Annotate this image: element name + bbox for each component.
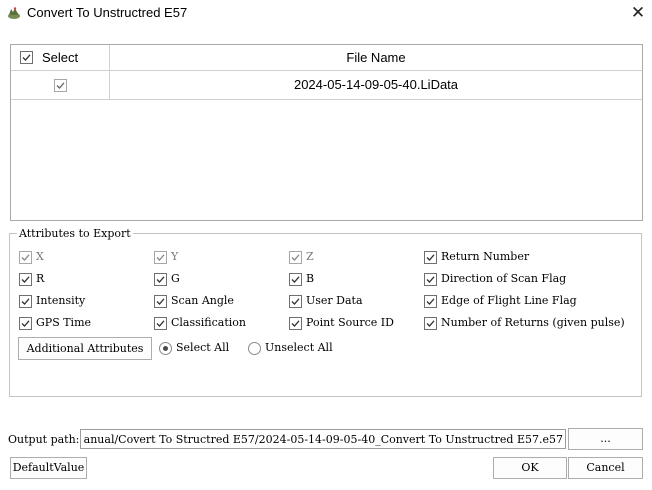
attr-point-source-id-label: Point Source ID	[306, 316, 394, 329]
attributes-group	[9, 233, 642, 397]
attr-b-checkbox[interactable]	[289, 273, 302, 286]
browse-button[interactable]: ...	[568, 428, 643, 450]
ok-button[interactable]: OK	[493, 457, 567, 479]
output-path-label: Output path:	[8, 433, 80, 446]
output-path-input[interactable]: anual/Covert To Structred E57/2024-05-14…	[80, 429, 566, 449]
attr-scan-angle-checkbox[interactable]	[154, 295, 167, 308]
default-value-button[interactable]: DefaultValue	[10, 457, 87, 479]
attr-x-label: X	[36, 250, 44, 263]
attributes-group-label: Attributes to Export	[17, 227, 133, 240]
select-header-label: Select	[42, 50, 79, 65]
app-icon	[8, 7, 20, 19]
attr-scan-angle-label: Scan Angle	[171, 294, 234, 307]
select-column-header[interactable]: Select	[11, 45, 110, 71]
attr-direction-of-scan-flag-checkbox[interactable]	[424, 273, 437, 286]
attr-y-checkbox[interactable]	[154, 251, 167, 264]
radio-selected-dot	[163, 346, 168, 351]
additional-attributes-button[interactable]: Additional Attributes	[18, 337, 152, 360]
title-bar: Convert To Unstructred E57 ✕	[0, 0, 652, 28]
attr-z-checkbox[interactable]	[289, 251, 302, 264]
attr-classification-label: Classification	[171, 316, 247, 329]
unselect-all-radio[interactable]	[248, 342, 261, 355]
select-all-radio[interactable]	[159, 342, 172, 355]
attr-user-data-checkbox[interactable]	[289, 295, 302, 308]
cancel-button[interactable]: Cancel	[568, 457, 643, 479]
attr-return-number-label: Return Number	[441, 250, 530, 263]
file-table: Select File Name 2024-05-14-09-05-40.LiD…	[10, 44, 643, 221]
attr-point-source-id-checkbox[interactable]	[289, 317, 302, 330]
attr-r-checkbox[interactable]	[19, 273, 32, 286]
attr-z-label: Z	[306, 250, 314, 263]
table-row-select-cell	[11, 71, 110, 100]
attr-intensity-checkbox[interactable]	[19, 295, 32, 308]
attr-return-number-checkbox[interactable]	[424, 251, 437, 264]
attr-r-label: R	[36, 272, 45, 285]
attr-x-checkbox[interactable]	[19, 251, 32, 264]
window-title: Convert To Unstructred E57	[27, 5, 188, 20]
attr-intensity-label: Intensity	[36, 294, 86, 307]
attr-gps-time-checkbox[interactable]	[19, 317, 32, 330]
attr-direction-of-scan-flag-label: Direction of Scan Flag	[441, 272, 567, 285]
file-name-column-header[interactable]: File Name	[110, 45, 642, 71]
attr-g-label: G	[171, 272, 180, 285]
attr-g-checkbox[interactable]	[154, 273, 167, 286]
attr-edge-of-flight-line-flag-checkbox[interactable]	[424, 295, 437, 308]
select-all-checkbox[interactable]	[20, 51, 33, 64]
table-row-file-name[interactable]: 2024-05-14-09-05-40.LiData	[110, 71, 642, 100]
attr-b-label: B	[306, 272, 315, 285]
attr-user-data-label: User Data	[306, 294, 363, 307]
attr-number-of-returns-label: Number of Returns (given pulse)	[441, 316, 625, 329]
row-checkbox[interactable]	[54, 79, 67, 92]
attr-number-of-returns-checkbox[interactable]	[424, 317, 437, 330]
attr-classification-checkbox[interactable]	[154, 317, 167, 330]
attr-y-label: Y	[171, 250, 179, 263]
unselect-all-label[interactable]: Unselect All	[265, 341, 333, 354]
select-all-label[interactable]: Select All	[176, 341, 229, 354]
attr-edge-of-flight-line-flag-label: Edge of Flight Line Flag	[441, 294, 577, 307]
close-icon[interactable]: ✕	[628, 3, 648, 23]
attr-gps-time-label: GPS Time	[36, 316, 92, 329]
output-path-value: anual/Covert To Structred E57/2024-05-14…	[83, 433, 563, 446]
